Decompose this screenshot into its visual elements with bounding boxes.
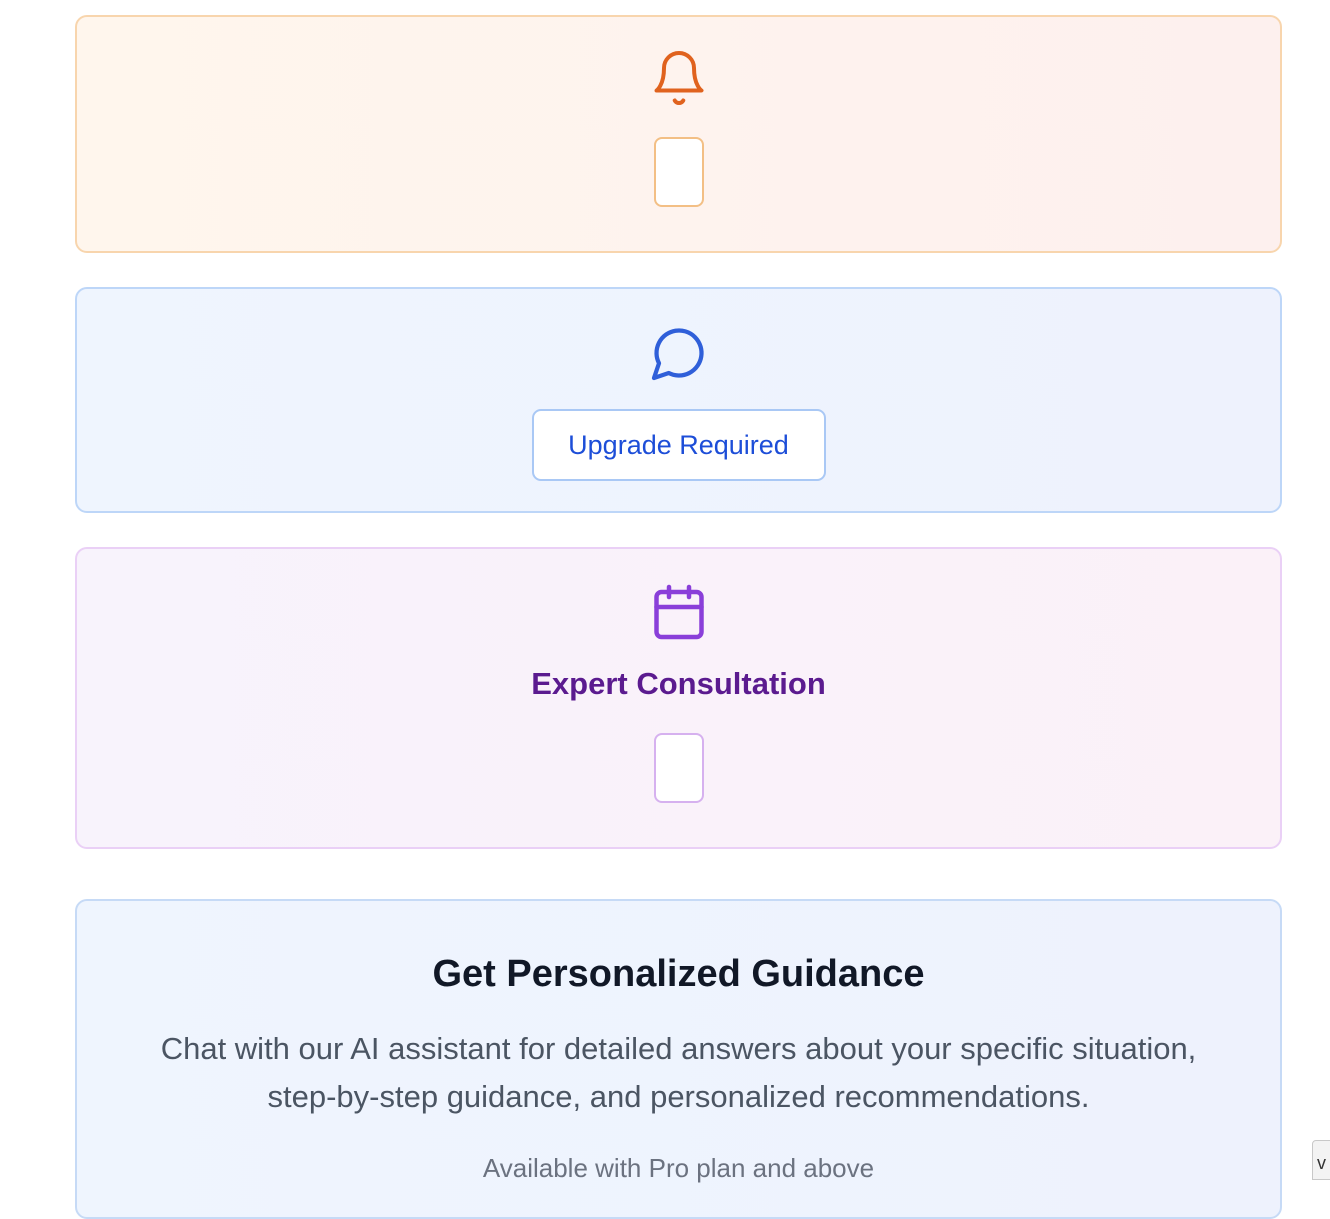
- guidance-card: Get Personalized Guidance Chat with our …: [75, 899, 1282, 1219]
- consultation-action-button[interactable]: [653, 733, 704, 803]
- guidance-description: Chat with our AI assistant for detailed …: [160, 1031, 1197, 1114]
- plan-availability-note: Available with Pro plan and above: [482, 1153, 875, 1183]
- notifications-card: [75, 15, 1282, 253]
- consultation-title: Expert Consultation: [531, 666, 826, 701]
- calendar-icon: [649, 582, 709, 642]
- bell-icon: [649, 48, 709, 108]
- consultation-card: Expert Consultation: [75, 547, 1282, 849]
- guidance-title: Get Personalized Guidance: [432, 953, 925, 995]
- upgrade-required-button[interactable]: Upgrade Required: [531, 409, 826, 481]
- chat-bubble-icon: [649, 323, 709, 383]
- notifications-action-button[interactable]: [653, 137, 704, 207]
- corner-widget-tab[interactable]: v: [1312, 1140, 1330, 1180]
- chat-card: Upgrade Required: [75, 287, 1282, 513]
